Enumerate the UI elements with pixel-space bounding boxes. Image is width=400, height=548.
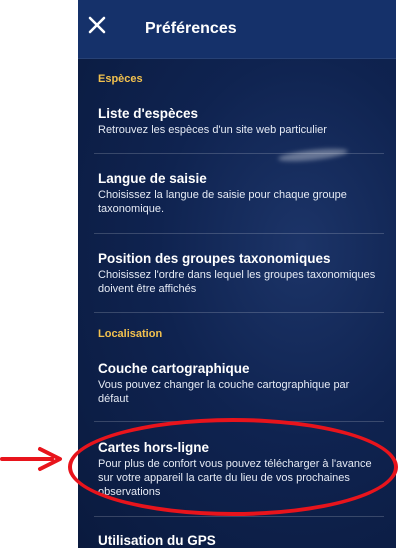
pref-item-description: Choisissez l'ordre dans lequel les group… — [98, 269, 376, 295]
divider — [94, 233, 384, 234]
pref-item-description: Pour plus de confort vous pouvez télécha… — [98, 458, 372, 498]
pref-item-title: Liste d'espèces — [98, 106, 199, 121]
pref-item-liste-especes[interactable]: Liste d'espèces Retrouvez les espèces d'… — [98, 105, 380, 137]
arrow-right-icon — [0, 447, 62, 471]
divider — [94, 312, 384, 313]
phone-screen: Préférences Espèces Liste d'espèces Retr… — [78, 0, 396, 548]
divider — [94, 516, 384, 517]
page-title: Préférences — [145, 20, 237, 37]
close-icon[interactable] — [86, 14, 108, 36]
section-header-especes: Espèces — [98, 73, 143, 85]
pref-item-description: Vous pouvez changer la couche cartograph… — [98, 379, 350, 405]
pref-item-langue-saisie[interactable]: Langue de saisie Choisissez la langue de… — [98, 170, 380, 216]
pref-item-title: Couche cartographique — [98, 361, 250, 376]
screen-glare — [277, 146, 349, 164]
pref-item-description: Retrouvez les espèces d'un site web part… — [98, 124, 327, 136]
pref-item-position-groupes[interactable]: Position des groupes taxonomiques Choisi… — [98, 250, 380, 296]
screenshot-stage: Préférences Espèces Liste d'espèces Retr… — [0, 0, 400, 548]
pref-item-title: Utilisation du GPS — [98, 533, 216, 548]
pref-item-description: Choisissez la langue de saisie pour chaq… — [98, 189, 347, 215]
divider — [94, 153, 384, 154]
section-header-localisation: Localisation — [98, 328, 163, 340]
pref-item-couche-cartographique[interactable]: Couche cartographique Vous pouvez change… — [98, 360, 380, 406]
pref-item-title: Langue de saisie — [98, 171, 207, 186]
divider — [94, 421, 384, 422]
app-bar: Préférences — [78, 0, 396, 59]
pref-item-title: Position des groupes taxonomiques — [98, 251, 331, 266]
pref-item-cartes-hors-ligne[interactable]: Cartes hors-ligne Pour plus de confort v… — [98, 439, 380, 499]
pref-item-title: Cartes hors-ligne — [98, 440, 210, 455]
pref-item-utilisation-gps[interactable]: Utilisation du GPS — [98, 532, 380, 548]
